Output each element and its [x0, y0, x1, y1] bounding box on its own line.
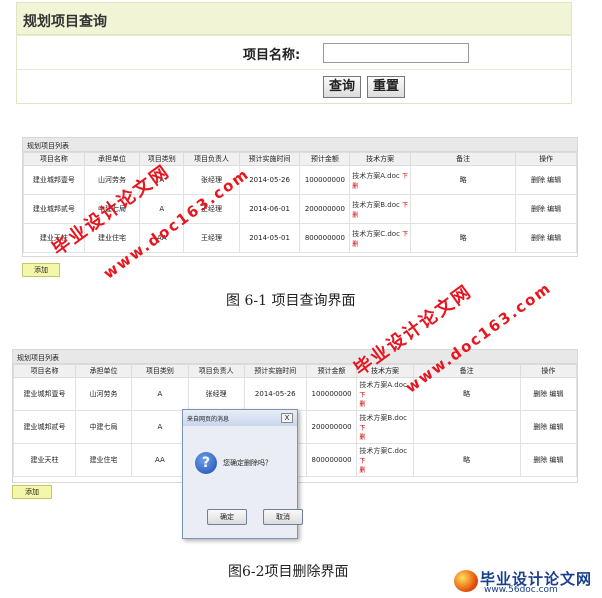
- doc-download-link[interactable]: 下: [402, 173, 408, 180]
- doc-download-link[interactable]: 下: [359, 458, 365, 465]
- list-title: 规划项目列表: [23, 138, 577, 152]
- col-header: 预计金额: [305, 364, 358, 378]
- doc-download-link[interactable]: 下: [402, 231, 408, 238]
- cell-amount: 800000000: [305, 443, 358, 477]
- doc-link[interactable]: 技术方案C.doc: [352, 230, 400, 238]
- cell-amount: 200000000: [299, 194, 351, 224]
- cell-remark: 略: [412, 443, 521, 477]
- delete-confirm-dialog: 来自网页的消息 X ? 您确定删除吗？ 确定 取消: [182, 409, 303, 539]
- project-name-input[interactable]: [323, 43, 469, 63]
- cell-ops[interactable]: 删除 编辑: [519, 410, 578, 444]
- site-logo: 毕业设计论文网 www.56doc.com: [448, 566, 598, 596]
- table-header-row: 项目名称 承担单位 项目类别 项目负责人 预计实施时间 预计金额 技术方案 备注…: [13, 364, 578, 378]
- cell-leader: 张经理: [187, 377, 245, 411]
- doc-link[interactable]: 技术方案B.doc: [352, 201, 400, 209]
- cell-leader: 王经理: [183, 223, 240, 253]
- question-icon: ?: [195, 452, 217, 474]
- query-button-row: 查询 重置: [17, 69, 571, 104]
- list-title: 规划项目列表: [13, 350, 577, 364]
- cell-remark: 略: [410, 165, 517, 195]
- ok-button[interactable]: 确定: [207, 509, 247, 525]
- col-header: 操作: [515, 152, 577, 166]
- cell-ops[interactable]: 删除 编辑: [519, 377, 578, 411]
- cell-doc: 技术方案C.doc 下删: [356, 443, 414, 477]
- col-header: 项目类别: [131, 364, 189, 378]
- table-row: 建业城邦壹号 山河劳务 A 张经理 2014-05-26 100000000 技…: [13, 377, 578, 411]
- doc-delete-link[interactable]: 删: [359, 434, 365, 441]
- cell-remark: [410, 194, 517, 224]
- col-header: 预计金额: [299, 152, 351, 166]
- add-button[interactable]: 添加: [12, 485, 52, 499]
- col-header: 项目负责人: [183, 152, 240, 166]
- close-icon[interactable]: X: [281, 413, 293, 423]
- col-header: 技术方案: [349, 152, 412, 166]
- doc-download-link[interactable]: 下: [359, 392, 365, 399]
- col-header: 项目名称: [23, 152, 85, 166]
- table-header-row: 项目名称 承担单位 项目类别 项目负责人 预计实施时间 预计金额 技术方案 备注…: [23, 152, 577, 166]
- doc-link[interactable]: 技术方案C.doc: [359, 447, 407, 455]
- cell-unit: 建业住宅: [74, 443, 133, 477]
- cell-name: 建业城邦贰号: [13, 410, 76, 444]
- cell-type: A: [131, 377, 189, 411]
- query-button[interactable]: 查询: [323, 76, 361, 98]
- cell-amount: 800000000: [299, 223, 351, 253]
- reset-button[interactable]: 重置: [367, 76, 405, 98]
- col-header: 预计实施时间: [243, 364, 307, 378]
- cancel-button[interactable]: 取消: [263, 509, 303, 525]
- cell-ops[interactable]: 删除 编辑: [519, 443, 578, 477]
- project-name-label: 项目名称:: [243, 48, 301, 63]
- cell-date: 2014-05-01: [238, 223, 301, 253]
- doc-delete-link[interactable]: 删: [352, 212, 358, 219]
- doc-link[interactable]: 技术方案A.doc: [352, 172, 399, 180]
- query-panel-title: 规划项目查询: [17, 3, 571, 35]
- cell-type: A: [131, 410, 189, 444]
- figure-caption-1: 图 6-1 项目查询界面: [226, 293, 356, 309]
- doc-download-link[interactable]: 下: [359, 425, 365, 432]
- cell-amount: 200000000: [305, 410, 358, 444]
- project-query-panel: 规划项目查询 项目名称: 查询 重置: [16, 2, 572, 104]
- logo-url: www.56doc.com: [484, 585, 558, 595]
- cell-doc: 技术方案A.doc 下删: [349, 165, 412, 195]
- cell-date: 2014-06-01: [238, 194, 301, 224]
- dialog-title: 来自网页的消息: [187, 416, 230, 423]
- cell-type: AA: [131, 443, 189, 477]
- doc-download-link[interactable]: 下: [402, 202, 408, 209]
- col-header: 备注: [410, 152, 517, 166]
- cell-name: 建业城邦壹号: [23, 165, 85, 195]
- cell-ops[interactable]: 删除 编辑: [515, 194, 577, 224]
- col-header: 项目名称: [13, 364, 76, 378]
- add-button[interactable]: 添加: [22, 263, 60, 277]
- project-name-row: 项目名称:: [17, 35, 571, 69]
- doc-link[interactable]: 技术方案A.doc: [359, 381, 406, 389]
- cell-ops[interactable]: 删除 编辑: [515, 165, 577, 195]
- cell-remark: [412, 410, 521, 444]
- logo-ball-icon: [454, 570, 478, 592]
- cell-unit: 山河劳务: [74, 377, 133, 411]
- doc-delete-link[interactable]: 删: [359, 467, 365, 474]
- dialog-title-bar: 来自网页的消息 X: [183, 410, 297, 426]
- cell-doc: 技术方案B.doc 下删: [349, 194, 412, 224]
- col-header: 承担单位: [74, 364, 133, 378]
- table-row: 建业城邦壹号 山河劳务 A 张经理 2014-05-26 100000000 技…: [23, 165, 577, 195]
- col-header: 承担单位: [83, 152, 141, 166]
- col-header: 项目负责人: [187, 364, 245, 378]
- col-header: 预计实施时间: [238, 152, 301, 166]
- cell-remark: 略: [410, 223, 517, 253]
- figure-caption-2: 图6-2项目删除界面: [228, 564, 349, 580]
- cell-date: 2014-05-26: [243, 377, 307, 411]
- col-header: 操作: [519, 364, 578, 378]
- cell-doc: 技术方案B.doc 下删: [356, 410, 414, 444]
- dialog-message: 您确定删除吗？: [223, 459, 272, 467]
- cell-ops[interactable]: 删除 编辑: [515, 223, 577, 253]
- cell-amount: 100000000: [305, 377, 358, 411]
- cell-amount: 100000000: [299, 165, 351, 195]
- doc-delete-link[interactable]: 删: [352, 183, 358, 190]
- cell-unit: 中建七局: [74, 410, 133, 444]
- doc-link[interactable]: 技术方案B.doc: [359, 414, 407, 422]
- doc-delete-link[interactable]: 删: [352, 241, 358, 248]
- doc-delete-link[interactable]: 删: [359, 401, 365, 408]
- cell-name: 建业城邦壹号: [13, 377, 76, 411]
- cell-name: 建业天柱: [13, 443, 76, 477]
- cell-doc: 技术方案C.doc 下删: [349, 223, 412, 253]
